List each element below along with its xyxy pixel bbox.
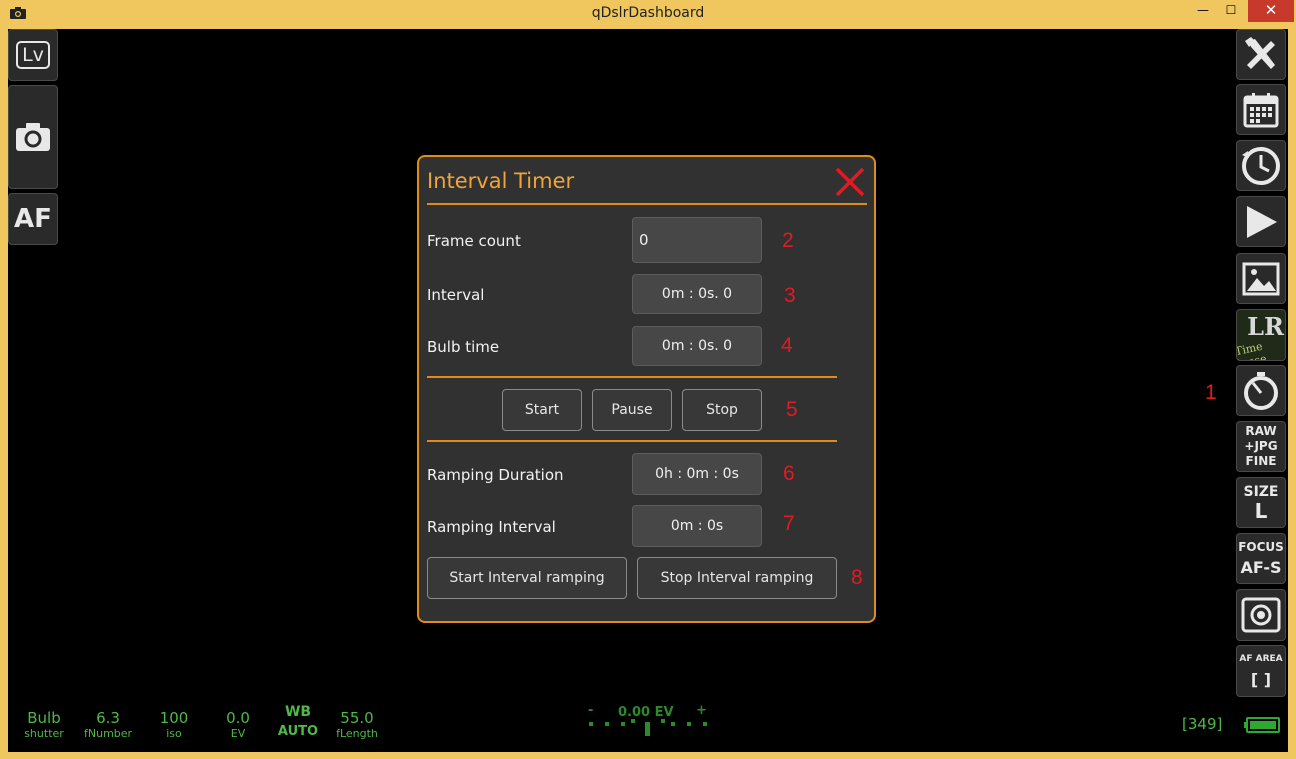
image-size-button[interactable]: SIZE L [1236,477,1286,528]
ev-scale-icon [586,719,712,741]
image-icon [1242,262,1280,296]
lrtimelapse-logo: LR Time lapse [1236,310,1286,360]
app-window: qDslrDashboard — ☐ ✕ Lv AF [0,0,1296,759]
shutter-value: Bulb [22,709,66,727]
lrtimelapse-button[interactable]: LR Time lapse [1236,309,1286,361]
camera-icon [15,122,51,152]
gallery-button[interactable] [1236,253,1286,304]
metering-button[interactable] [1236,589,1286,641]
annotation-8: 8 [851,566,863,590]
liveview-label: Lv [16,41,50,69]
af-area-button[interactable]: AF AREA [ ] [1236,645,1286,697]
ev-meter-value: 0.00 EV [618,705,674,720]
frame-count-input[interactable]: 0 [632,217,762,263]
shutter-label: shutter [22,727,66,740]
capture-button[interactable] [8,85,58,189]
wb-stat[interactable]: WB AUTO [276,704,320,739]
size-label: SIZE [1243,484,1278,500]
ev-value: 0.0 [220,709,256,727]
flength-label: fLength [332,727,382,740]
stop-button[interactable]: Stop [682,389,762,431]
shots-remaining: [349] [1182,715,1222,733]
shutter-stat[interactable]: Bulb shutter [22,709,66,740]
iso-stat[interactable]: 100 iso [154,709,194,740]
focus-mode-button[interactable]: FOCUS AF-S [1236,533,1286,584]
annotation-1: 1 [1205,381,1217,405]
annotation-4: 4 [781,334,793,358]
interval-label: Interval [427,286,484,304]
schedule-button[interactable] [1236,84,1286,135]
interval-timer-button[interactable] [1236,365,1286,416]
ev-meter-plus: + [696,703,707,718]
frame-count-label: Frame count [427,232,521,250]
history-button[interactable] [1236,140,1286,191]
ramping-interval-field[interactable]: 0m : 0s [632,505,762,547]
timer-icon [1241,371,1281,411]
image-quality-button[interactable]: RAW +JPG FINE [1236,421,1286,472]
battery-icon [1244,717,1280,733]
annotation-7: 7 [783,512,795,536]
annotation-2: 2 [782,229,794,253]
interval-timer-dialog: Interval Timer Frame count 0 2 Interval … [417,155,876,623]
calendar-icon [1243,92,1279,128]
ev-stat[interactable]: 0.0 EV [220,709,256,740]
stop-interval-ramping-button[interactable]: Stop Interval ramping [637,557,837,599]
annotation-6: 6 [783,462,795,486]
fnumber-stat[interactable]: 6.3 fNumber [84,709,132,740]
autofocus-button[interactable]: AF [8,193,58,245]
flength-value: 55.0 [332,709,382,727]
controls-divider-top [427,376,837,378]
start-interval-ramping-button[interactable]: Start Interval ramping [427,557,627,599]
flength-stat[interactable]: 55.0 fLength [332,709,382,740]
play-icon [1243,204,1279,240]
afarea-value: [ ] [1251,670,1271,689]
fnumber-value: 6.3 [84,709,132,727]
tools-icon [1241,35,1281,75]
ramping-duration-label: Ramping Duration [427,466,564,484]
iso-value: 100 [154,709,194,727]
afarea-label: AF AREA [1239,654,1282,664]
quality-line-2: +JPG [1244,439,1277,454]
close-icon[interactable] [833,165,867,199]
controls-divider-bottom [427,440,837,442]
fnumber-label: fNumber [84,727,132,740]
metering-icon [1241,597,1281,633]
minimize-button[interactable]: — [1188,0,1218,22]
playback-button[interactable] [1236,196,1286,247]
size-value: L [1255,500,1268,522]
clock-history-icon [1240,145,1282,187]
title-bar: qDslrDashboard — ☐ ✕ [0,0,1296,28]
close-window-button[interactable]: ✕ [1248,0,1294,22]
focus-value: AF-S [1241,558,1282,577]
iso-label: iso [154,727,194,740]
bulb-time-field[interactable]: 0m : 0s. 0 [632,326,762,366]
quality-line-1: RAW [1245,424,1276,439]
interval-field[interactable]: 0m : 0s. 0 [632,274,762,314]
lr-sub: Time lapse [1236,335,1286,361]
annotation-3: 3 [784,284,796,308]
tools-button[interactable] [1236,29,1286,80]
focus-label: FOCUS [1238,540,1284,554]
window-title: qDslrDashboard [0,5,1296,21]
ev-label: EV [220,727,256,740]
pause-button[interactable]: Pause [592,389,672,431]
maximize-button[interactable]: ☐ [1216,0,1246,22]
annotation-5: 5 [786,398,798,422]
main-view: Lv AF [8,29,1288,752]
af-label: AF [14,204,52,234]
ramping-duration-field[interactable]: 0h : 0m : 0s [632,453,762,495]
ramping-interval-label: Ramping Interval [427,518,556,536]
quality-line-3: FINE [1246,454,1277,469]
dialog-title: Interval Timer [427,169,574,193]
exposure-meter: - 0.00 EV + [586,703,712,743]
bulb-time-label: Bulb time [427,338,499,356]
liveview-button[interactable]: Lv [8,29,58,81]
ev-meter-minus: - [588,703,593,718]
start-button[interactable]: Start [502,389,582,431]
title-divider [427,203,867,205]
wb-value: AUTO [276,724,320,739]
wb-label: WB [276,704,320,720]
